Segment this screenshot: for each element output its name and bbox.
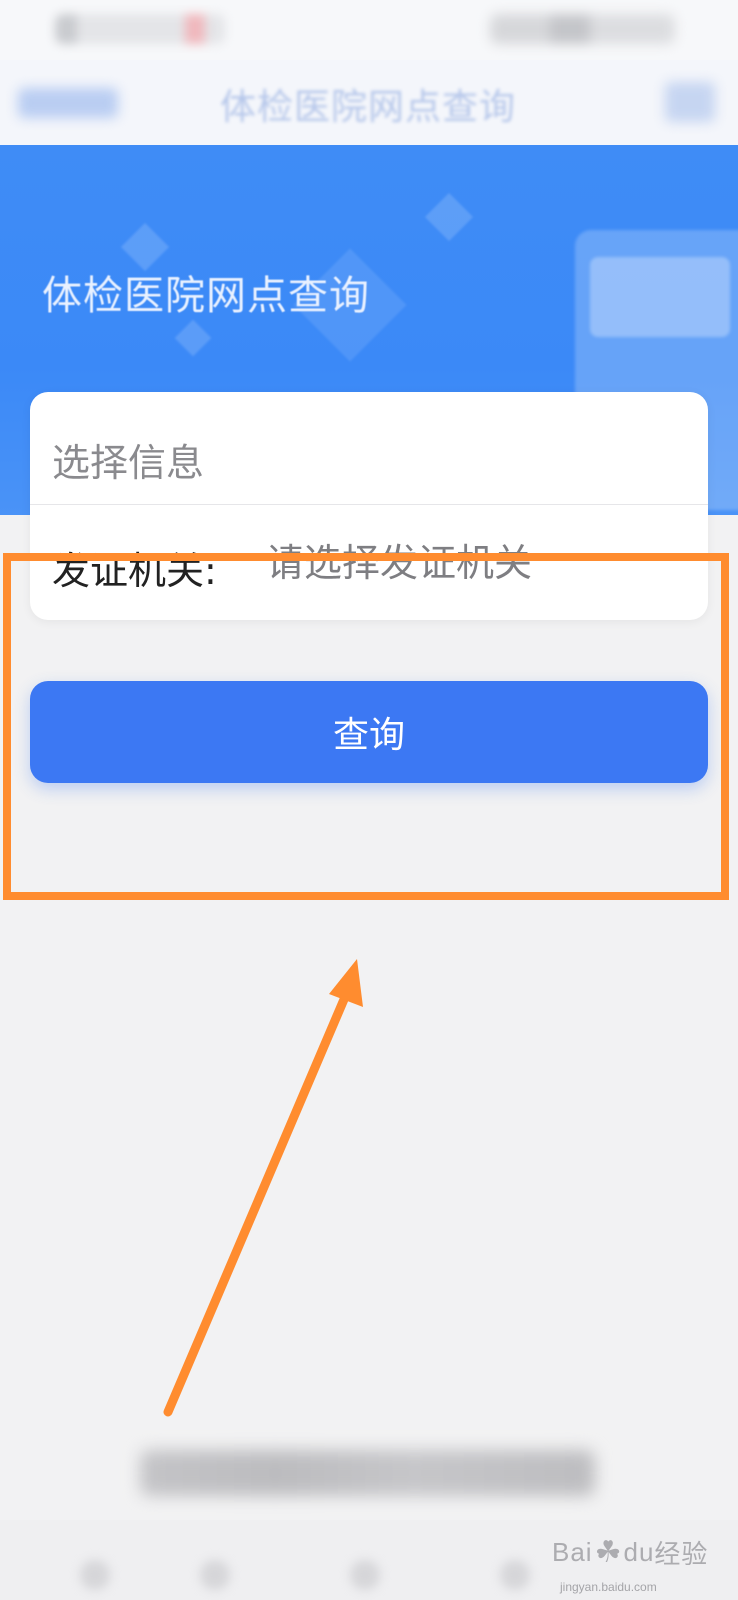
- tab-icon[interactable]: [80, 1560, 110, 1590]
- baidu-watermark: Bai ☘ du 经验: [552, 1522, 708, 1582]
- tab-icon[interactable]: [350, 1560, 380, 1590]
- watermark-url: jingyan.baidu.com: [560, 1580, 657, 1594]
- annotation-arrow-icon: [163, 959, 363, 1417]
- watermark-brand-suffix: du: [623, 1536, 655, 1567]
- footer-note-blurred: [140, 1450, 595, 1496]
- watermark-brand: Bai: [552, 1536, 593, 1567]
- paw-icon: ☘: [594, 1534, 622, 1570]
- tab-icon[interactable]: [500, 1560, 530, 1590]
- watermark-brand-cn: 经验: [654, 1538, 709, 1569]
- tab-icon[interactable]: [200, 1560, 230, 1590]
